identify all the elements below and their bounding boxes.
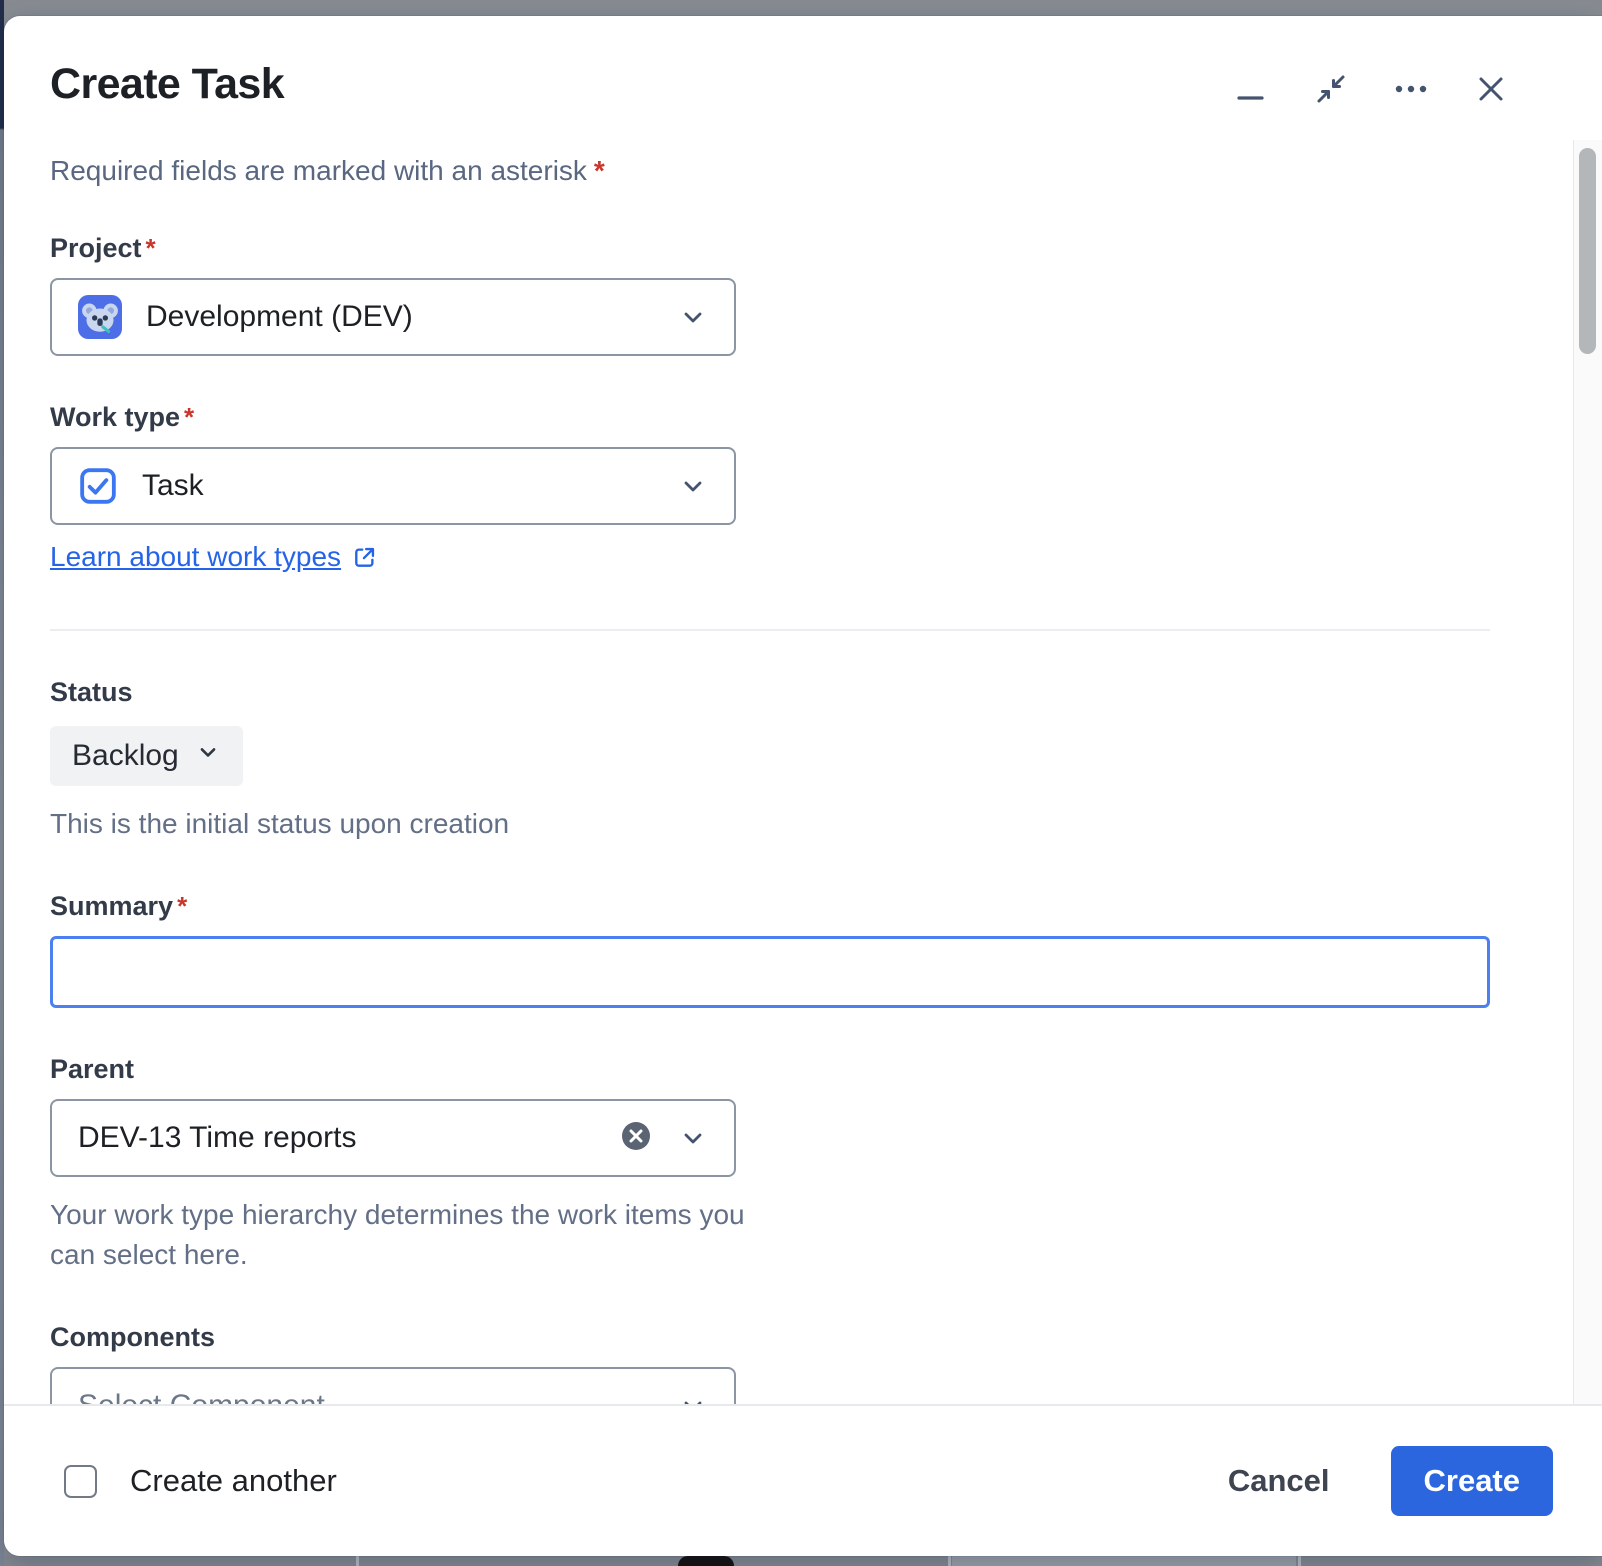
- minimize-icon: [1234, 72, 1268, 106]
- background-detail: [948, 1556, 951, 1566]
- required-asterisk: *: [594, 155, 605, 186]
- create-button[interactable]: Create: [1391, 1446, 1554, 1516]
- required-note: Required fields are marked with an aster…: [50, 155, 1490, 187]
- clear-icon: [620, 1120, 652, 1155]
- work-type-label: Work type*: [50, 402, 1490, 433]
- background-detail: [952, 1556, 1296, 1566]
- background-avatar-sliver: [678, 1556, 734, 1566]
- collapse-icon: [1314, 72, 1348, 106]
- project-select[interactable]: Development (DEV): [50, 278, 736, 356]
- status-dropdown[interactable]: Backlog: [50, 726, 243, 786]
- background-detail: [356, 1556, 359, 1566]
- clear-parent-button[interactable]: [620, 1120, 652, 1155]
- modal-body: Required fields are marked with an aster…: [4, 155, 1602, 1524]
- summary-label: Summary*: [50, 891, 1490, 922]
- section-divider: [50, 629, 1490, 631]
- work-type-select-value: Task: [142, 469, 204, 503]
- required-note-text: Required fields are marked with an aster…: [50, 155, 587, 186]
- work-type-label-text: Work type: [50, 402, 180, 432]
- create-another-checkbox[interactable]: [64, 1465, 97, 1498]
- work-type-select[interactable]: Task: [50, 447, 736, 525]
- task-checkbox-icon: [78, 466, 118, 506]
- minimize-button[interactable]: [1232, 70, 1270, 108]
- status-value: Backlog: [72, 739, 179, 773]
- learn-about-work-types-link[interactable]: Learn about work types: [50, 541, 341, 573]
- parent-select[interactable]: DEV-13 Time reports: [50, 1099, 736, 1177]
- parent-helper-text: Your work type hierarchy determines the …: [50, 1195, 750, 1276]
- chevron-down-icon: [195, 739, 221, 773]
- window-controls: [1232, 70, 1510, 108]
- components-label: Components: [50, 1322, 1490, 1353]
- close-icon: [1475, 73, 1507, 105]
- chevron-down-icon: [678, 302, 708, 332]
- background-detail: [1298, 1556, 1301, 1566]
- status-helper-text: This is the initial status upon creation: [50, 804, 1490, 845]
- external-link-icon: [351, 544, 378, 571]
- learn-about-work-types[interactable]: Learn about work types: [50, 541, 378, 573]
- scrollbar-track[interactable]: [1573, 140, 1602, 1404]
- more-options-button[interactable]: [1392, 70, 1430, 108]
- background-page-bottom: [0, 1556, 1602, 1566]
- required-asterisk: *: [184, 402, 194, 432]
- project-label: Project*: [50, 233, 1490, 264]
- parent-select-value: DEV-13 Time reports: [78, 1121, 356, 1155]
- create-another-label[interactable]: Create another: [130, 1463, 337, 1499]
- modal-header: Create Task: [4, 16, 1602, 109]
- parent-label: Parent: [50, 1054, 1490, 1085]
- chevron-down-icon: [678, 471, 708, 501]
- more-options-icon: [1392, 72, 1430, 106]
- project-select-value: Development (DEV): [146, 300, 413, 334]
- close-button[interactable]: [1472, 70, 1510, 108]
- required-asterisk: *: [146, 233, 156, 263]
- status-label: Status: [50, 677, 1490, 708]
- cancel-button[interactable]: Cancel: [1222, 1462, 1336, 1500]
- chevron-down-icon: [678, 1123, 708, 1153]
- project-label-text: Project: [50, 233, 142, 263]
- required-asterisk: *: [177, 891, 187, 921]
- collapse-button[interactable]: [1312, 70, 1350, 108]
- modal-footer: Create another Cancel Create: [4, 1404, 1602, 1556]
- summary-label-text: Summary: [50, 891, 173, 921]
- create-task-modal: Create Task: [4, 16, 1602, 1556]
- scrollbar-thumb[interactable]: [1579, 148, 1596, 354]
- project-avatar-icon: [78, 295, 122, 339]
- summary-input[interactable]: [50, 936, 1490, 1008]
